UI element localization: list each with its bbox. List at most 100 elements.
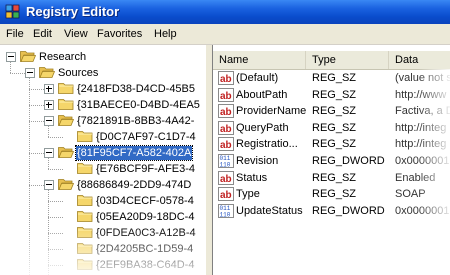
value-type: REG_SZ — [312, 72, 357, 84]
tree-node[interactable]: {2418FD38-D4CD-45B5 — [0, 81, 206, 97]
menu-favorites[interactable]: Favorites — [97, 28, 142, 40]
tree-node[interactable]: {0FDEA0C3-A12B-4 — [0, 225, 206, 241]
collapse-icon[interactable] — [44, 116, 54, 126]
folder-icon — [77, 242, 93, 255]
tree-connector — [29, 121, 44, 122]
svg-text:ab: ab — [220, 174, 232, 185]
value-type: REG_DWORD — [312, 155, 385, 167]
tree-node[interactable]: {03D4CECF-0578-4 — [0, 193, 206, 209]
string-value-icon: ab — [218, 71, 234, 85]
folder-icon — [77, 226, 93, 239]
value-type: REG_DWORD — [312, 204, 385, 217]
string-value-icon: ab — [218, 170, 234, 185]
expand-icon[interactable] — [44, 84, 54, 94]
value-data: SOAP — [395, 188, 426, 201]
tree-node[interactable]: {88686849-2DD9-474D — [0, 177, 206, 193]
column-name[interactable]: Name — [213, 51, 306, 69]
tree-connector — [48, 169, 63, 170]
expand-icon[interactable] — [44, 100, 54, 110]
folder-icon — [20, 50, 37, 63]
value-data: http://integ — [395, 121, 447, 134]
value-name: Type — [236, 188, 260, 201]
folder-icon — [39, 66, 56, 79]
svg-text:ab: ab — [220, 91, 232, 102]
svg-text:ab: ab — [220, 74, 232, 85]
tree-node[interactable]: {D0C7AF97-C1D7-4 — [0, 129, 206, 145]
folder-icon — [77, 194, 93, 207]
key-tree[interactable]: Research Sources {2418FD38-D4CD-45B5 {31BAE… — [0, 45, 207, 275]
svg-text:110: 110 — [220, 211, 231, 218]
column-type[interactable]: Type — [306, 51, 389, 69]
menu-help[interactable]: Help — [154, 28, 177, 40]
folder-icon — [77, 130, 93, 143]
collapse-icon[interactable] — [44, 180, 54, 190]
tree-connector — [48, 201, 63, 202]
tree-node-label: {2EF9BA38-C64D-4 — [96, 259, 195, 271]
tree-node[interactable]: {E76BCF9F-AFE3-4 — [0, 161, 206, 177]
tree-node-label: {7821891B-8BB3-4A42- — [77, 115, 195, 127]
tree-node-label: Sources — [58, 67, 99, 79]
table-row[interactable]: ab ProviderName REG_SZ Factiva, a D — [213, 103, 450, 119]
tree-node-label: Research — [39, 51, 87, 63]
collapse-icon[interactable] — [44, 148, 54, 158]
folder-icon — [58, 98, 74, 111]
table-row[interactable]: ab (Default) REG_SZ (value not s — [213, 70, 450, 86]
tree-node-label: {D0C7AF97-C1D7-4 — [96, 131, 196, 143]
menu-edit[interactable]: Edit — [33, 28, 52, 40]
pane-splitter[interactable] — [206, 45, 213, 275]
value-type: REG_SZ — [312, 171, 357, 184]
collapse-icon[interactable] — [6, 52, 16, 62]
tree-node[interactable]: {2D4205BC-1D59-4 — [0, 241, 206, 257]
folder-icon — [58, 146, 75, 159]
table-row[interactable]: 011 110 Revision REG_DWORD 0x0000001 — [213, 153, 450, 169]
tree-node-label: {0FDEA0C3-A12B-4 — [96, 227, 196, 239]
menu-bar: File Edit View Favorites Help — [0, 24, 450, 45]
value-data: http://www — [395, 88, 447, 101]
svg-text:110: 110 — [220, 162, 231, 169]
folder-icon — [77, 210, 93, 223]
tree-node[interactable]: {7821891B-8BB3-4A42- — [0, 113, 206, 129]
value-type: REG_SZ — [312, 188, 357, 201]
value-type: REG_SZ — [312, 138, 357, 151]
value-name: ProviderName — [236, 105, 306, 118]
table-row[interactable]: 011 110 UpdateStatus REG_DWORD 0x0000001 — [213, 203, 450, 219]
collapse-icon[interactable] — [25, 68, 35, 78]
value-data: 0x0000001 — [395, 155, 450, 167]
tree-node[interactable]: {81F95CF7-A582-402A — [0, 145, 206, 161]
table-row[interactable]: ab Type REG_SZ SOAP — [213, 186, 450, 202]
tree-node[interactable]: {05EA20D9-18DC-4 — [0, 209, 206, 225]
registry-editor-icon — [5, 4, 20, 19]
folder-icon — [77, 162, 93, 175]
tree-connector — [29, 105, 44, 106]
menu-view[interactable]: View — [64, 28, 88, 40]
tree-node[interactable]: Research — [0, 49, 206, 65]
tree-node-label: {88686849-2DD9-474D — [77, 179, 192, 191]
tree-node-label: {2418FD38-D4CD-45B5 — [77, 83, 196, 95]
table-row[interactable]: ab Registratio... REG_SZ http://integ — [213, 136, 450, 152]
value-name: QueryPath — [236, 121, 289, 134]
tree-connector — [29, 185, 44, 186]
svg-text:ab: ab — [220, 107, 232, 118]
tree-node[interactable]: {2EF9BA38-C64D-4 — [0, 257, 206, 273]
title-bar[interactable]: Registry Editor — [0, 0, 450, 24]
tree-node[interactable]: {31BAECE0-D4BD-4EA5 — [0, 97, 206, 113]
folder-icon — [77, 258, 93, 271]
value-name: UpdateStatus — [236, 204, 303, 217]
tree-connector — [29, 89, 44, 90]
table-row[interactable]: ab AboutPath REG_SZ http://www — [213, 87, 450, 103]
menu-file[interactable]: File — [6, 28, 24, 40]
tree-connector — [48, 137, 63, 138]
table-row[interactable]: ab Status REG_SZ Enabled — [213, 170, 450, 186]
tree-node-label: {81F95CF7-A582-402A — [74, 145, 194, 161]
tree-node[interactable]: Sources — [0, 65, 206, 81]
tree-connector — [48, 217, 63, 218]
value-list[interactable]: Name Type Data ab (Default) REG_SZ (value n… — [213, 45, 450, 275]
folder-icon — [58, 82, 74, 95]
column-data[interactable]: Data — [389, 51, 450, 69]
value-type: REG_SZ — [312, 121, 357, 134]
string-value-icon: ab — [218, 187, 234, 202]
svg-text:ab: ab — [220, 124, 232, 135]
binary-value-icon: 011 110 — [218, 154, 234, 169]
table-row[interactable]: ab QueryPath REG_SZ http://integ — [213, 120, 450, 136]
value-data: Enabled — [395, 171, 436, 184]
